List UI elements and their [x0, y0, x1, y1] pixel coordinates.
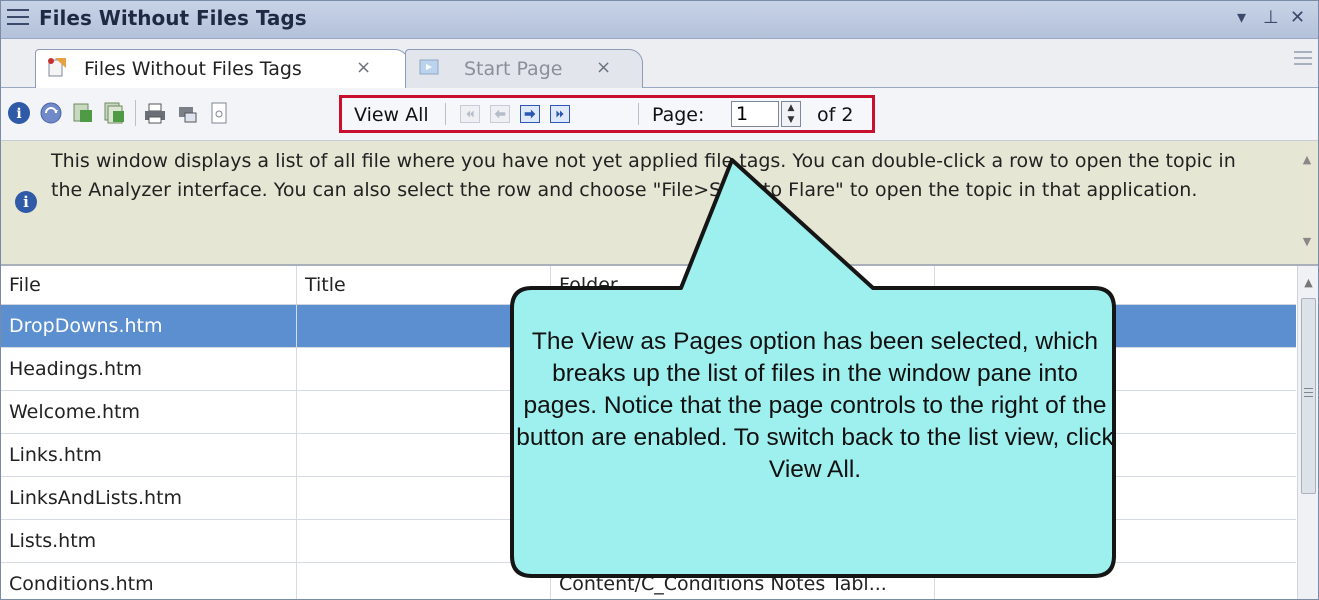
- spin-up-icon[interactable]: ▲: [782, 102, 800, 114]
- page-label: Page:: [652, 104, 705, 126]
- page-number-input[interactable]: 1: [731, 101, 779, 127]
- title-cell: [297, 305, 551, 347]
- next-page-icon[interactable]: [520, 105, 540, 123]
- previous-page-icon[interactable]: [490, 105, 510, 123]
- first-page-icon[interactable]: [460, 105, 480, 123]
- info-panel: i This window displays a list of all fil…: [1, 141, 1318, 266]
- info-icon: i: [15, 191, 37, 213]
- file-cell: Headings.htm: [1, 348, 297, 390]
- title-bar: Files Without Files Tags ▾ ⊥ ✕: [1, 1, 1318, 39]
- file-tag-icon: [48, 58, 66, 77]
- window: Files Without Files Tags ▾ ⊥ ✕ Files Wit…: [0, 0, 1319, 600]
- start-page-icon: [419, 59, 439, 75]
- folder-cell: Content/C_Conditions Notes Tabl...: [551, 563, 935, 599]
- info-description: This window displays a list of all file …: [51, 150, 1236, 201]
- tab-strip: Files Without Files Tags × Start Page ×: [1, 39, 1318, 89]
- last-page-icon[interactable]: [550, 105, 570, 123]
- toolbar-separator: [135, 100, 136, 126]
- refresh-icon[interactable]: [39, 101, 63, 125]
- title-cell: [297, 520, 551, 562]
- tab-label: Files Without Files Tags: [84, 58, 302, 80]
- toolbar-separator: [445, 103, 446, 125]
- tab-close-icon[interactable]: ×: [356, 57, 371, 78]
- tab-close-icon[interactable]: ×: [596, 57, 611, 78]
- table-row[interactable]: Conditions.htm Content/C_Conditions Note…: [1, 563, 1296, 599]
- scroll-up-icon[interactable]: ▲: [1296, 153, 1318, 166]
- title-cell: [297, 391, 551, 433]
- file-cell: Conditions.htm: [1, 563, 297, 599]
- column-header-title[interactable]: Title: [297, 266, 551, 304]
- callout-text: The View as Pages option has been select…: [516, 328, 1114, 483]
- svg-text:i: i: [16, 106, 21, 122]
- scroll-up-icon[interactable]: ▲: [1298, 276, 1318, 289]
- file-cell: Links.htm: [1, 434, 297, 476]
- tab-files-without-files-tags[interactable]: Files Without Files Tags ×: [35, 49, 409, 89]
- window-title: Files Without Files Tags: [39, 6, 307, 30]
- file-cell: Welcome.htm: [1, 391, 297, 433]
- dropdown-icon[interactable]: ▾: [1237, 7, 1246, 28]
- toolbar: i View All Page: 1 ▲ ▼ of 2: [1, 88, 1318, 141]
- title-cell: [297, 563, 551, 599]
- export-all-excel-icon[interactable]: [103, 101, 127, 125]
- toolbar-separator: [638, 103, 639, 125]
- scroll-down-icon[interactable]: ▼: [1296, 235, 1318, 248]
- table-scrollbar[interactable]: ▲: [1297, 266, 1318, 599]
- table-row[interactable]: Lists.htm: [1, 520, 1296, 563]
- menu-icon[interactable]: [7, 9, 29, 29]
- title-cell: [297, 477, 551, 519]
- close-icon[interactable]: ✕: [1290, 7, 1305, 28]
- info-toggle-icon[interactable]: i: [7, 101, 31, 125]
- column-header-file[interactable]: File: [1, 266, 297, 304]
- print-icon[interactable]: [143, 101, 167, 125]
- table-header: File Title Folder: [1, 266, 1296, 305]
- column-header-folder[interactable]: Folder: [551, 266, 935, 304]
- tab-start-page[interactable]: Start Page ×: [405, 49, 643, 88]
- column-header-empty: [935, 266, 1296, 304]
- tab-label: Start Page: [464, 58, 563, 80]
- page-spinner[interactable]: ▲ ▼: [781, 101, 801, 127]
- file-cell: DropDowns.htm: [1, 305, 297, 347]
- title-cell: [297, 434, 551, 476]
- info-scrollbar[interactable]: ▲ ▼: [1296, 141, 1318, 263]
- print-preview-icon[interactable]: [175, 101, 199, 125]
- pin-icon[interactable]: ⊥: [1263, 7, 1279, 28]
- file-cell: Lists.htm: [1, 520, 297, 562]
- spin-down-icon[interactable]: ▼: [782, 114, 800, 126]
- title-cell: [297, 348, 551, 390]
- file-cell: LinksAndLists.htm: [1, 477, 297, 519]
- view-all-button[interactable]: View All: [354, 104, 429, 126]
- page-setup-icon[interactable]: [207, 101, 231, 125]
- folder-cell: [551, 520, 935, 562]
- tab-list-icon[interactable]: [1294, 51, 1312, 71]
- export-excel-icon[interactable]: [71, 101, 95, 125]
- page-controls-highlight: View All Page: 1 ▲ ▼ of 2: [339, 95, 875, 133]
- scrollbar-grip-icon: [1304, 388, 1313, 400]
- page-count: of 2: [817, 104, 854, 126]
